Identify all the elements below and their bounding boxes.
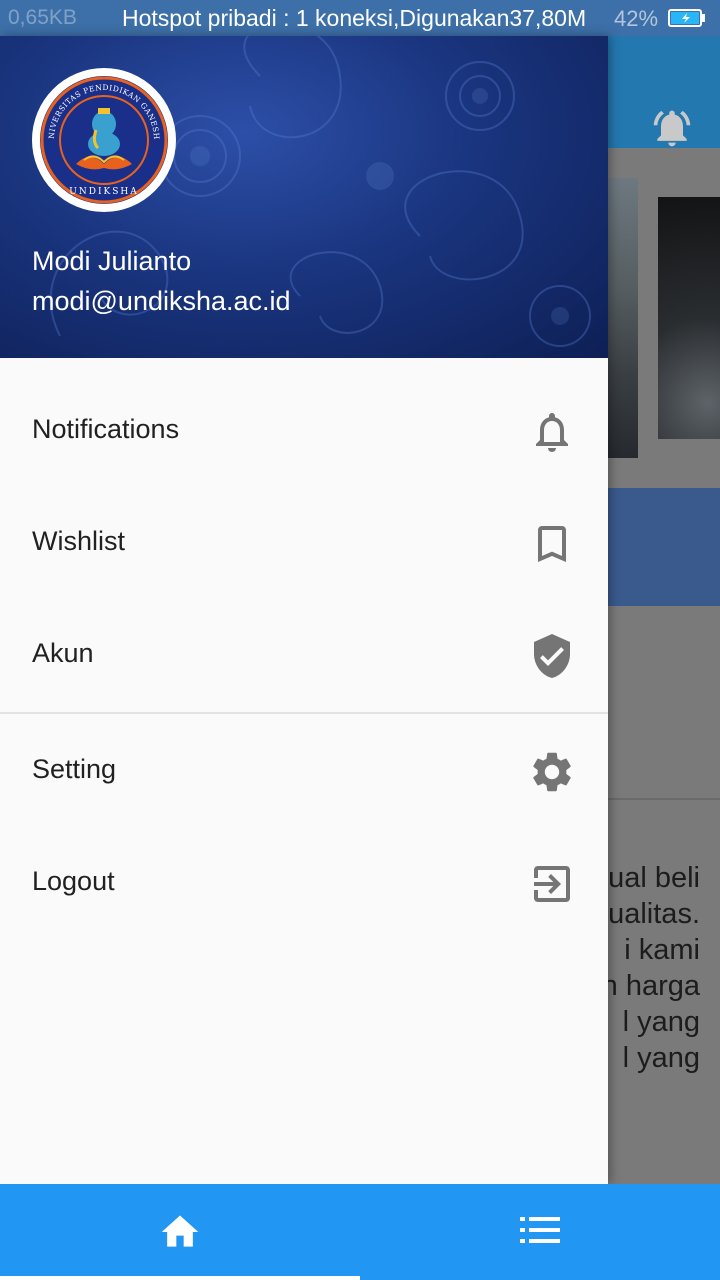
notification-bell-icon[interactable] (650, 106, 694, 150)
hotspot-notification: Hotspot pribadi : 1 koneksi,Digunakan37,… (122, 5, 587, 31)
home-icon (161, 1215, 199, 1247)
menu-item-label: Logout (32, 866, 115, 896)
gear-icon (533, 752, 571, 792)
menu-item-label: Notifications (32, 414, 180, 444)
status-bar: 0,65KB Hotspot pribadi : 1 koneksi,Digun… (0, 0, 720, 36)
bookmark-outline-icon (538, 526, 566, 562)
menu-item-logout[interactable]: Logout (0, 828, 608, 940)
active-tab-indicator (0, 1276, 360, 1280)
menu-item-akun[interactable]: Akun (0, 600, 608, 712)
menu-item-label: Akun (32, 638, 94, 668)
nav-list[interactable] (360, 1184, 720, 1280)
undiksha-logo: UNDIKSHA UNIVERSITAS PENDIDIKAN GANESHA (28, 61, 172, 208)
carousel-image[interactable] (658, 197, 720, 439)
logout-icon (534, 866, 570, 902)
menu-item-label: Setting (32, 754, 117, 784)
battery-percent: 42% (614, 6, 659, 31)
user-email: modi@undiksha.ac.id (32, 286, 291, 316)
avatar[interactable]: UNDIKSHA UNIVERSITAS PENDIDIKAN GANESHA (28, 61, 176, 212)
nav-home[interactable] (0, 1184, 360, 1280)
menu-item-notifications[interactable]: Notifications (0, 376, 608, 488)
verified-shield-icon (534, 634, 570, 678)
user-name: Modi Julianto (32, 246, 192, 276)
battery-icon (668, 9, 705, 27)
drawer-header: UNDIKSHA UNIVERSITAS PENDIDIKAN GANESHA … (0, 36, 608, 358)
navigation-drawer: UNDIKSHA UNIVERSITAS PENDIDIKAN GANESHA … (0, 36, 608, 1184)
menu-item-label: Wishlist (32, 526, 125, 556)
list-icon (520, 1217, 560, 1243)
network-speed: 0,65KB (8, 6, 77, 29)
logo-bottom-text: UNDIKSHA (69, 187, 138, 197)
menu-item-wishlist[interactable]: Wishlist (0, 488, 608, 600)
menu-divider (0, 712, 608, 714)
menu-item-setting[interactable]: Setting (0, 716, 608, 828)
bell-outline-icon (536, 413, 568, 452)
bottom-navigation (0, 1184, 720, 1280)
